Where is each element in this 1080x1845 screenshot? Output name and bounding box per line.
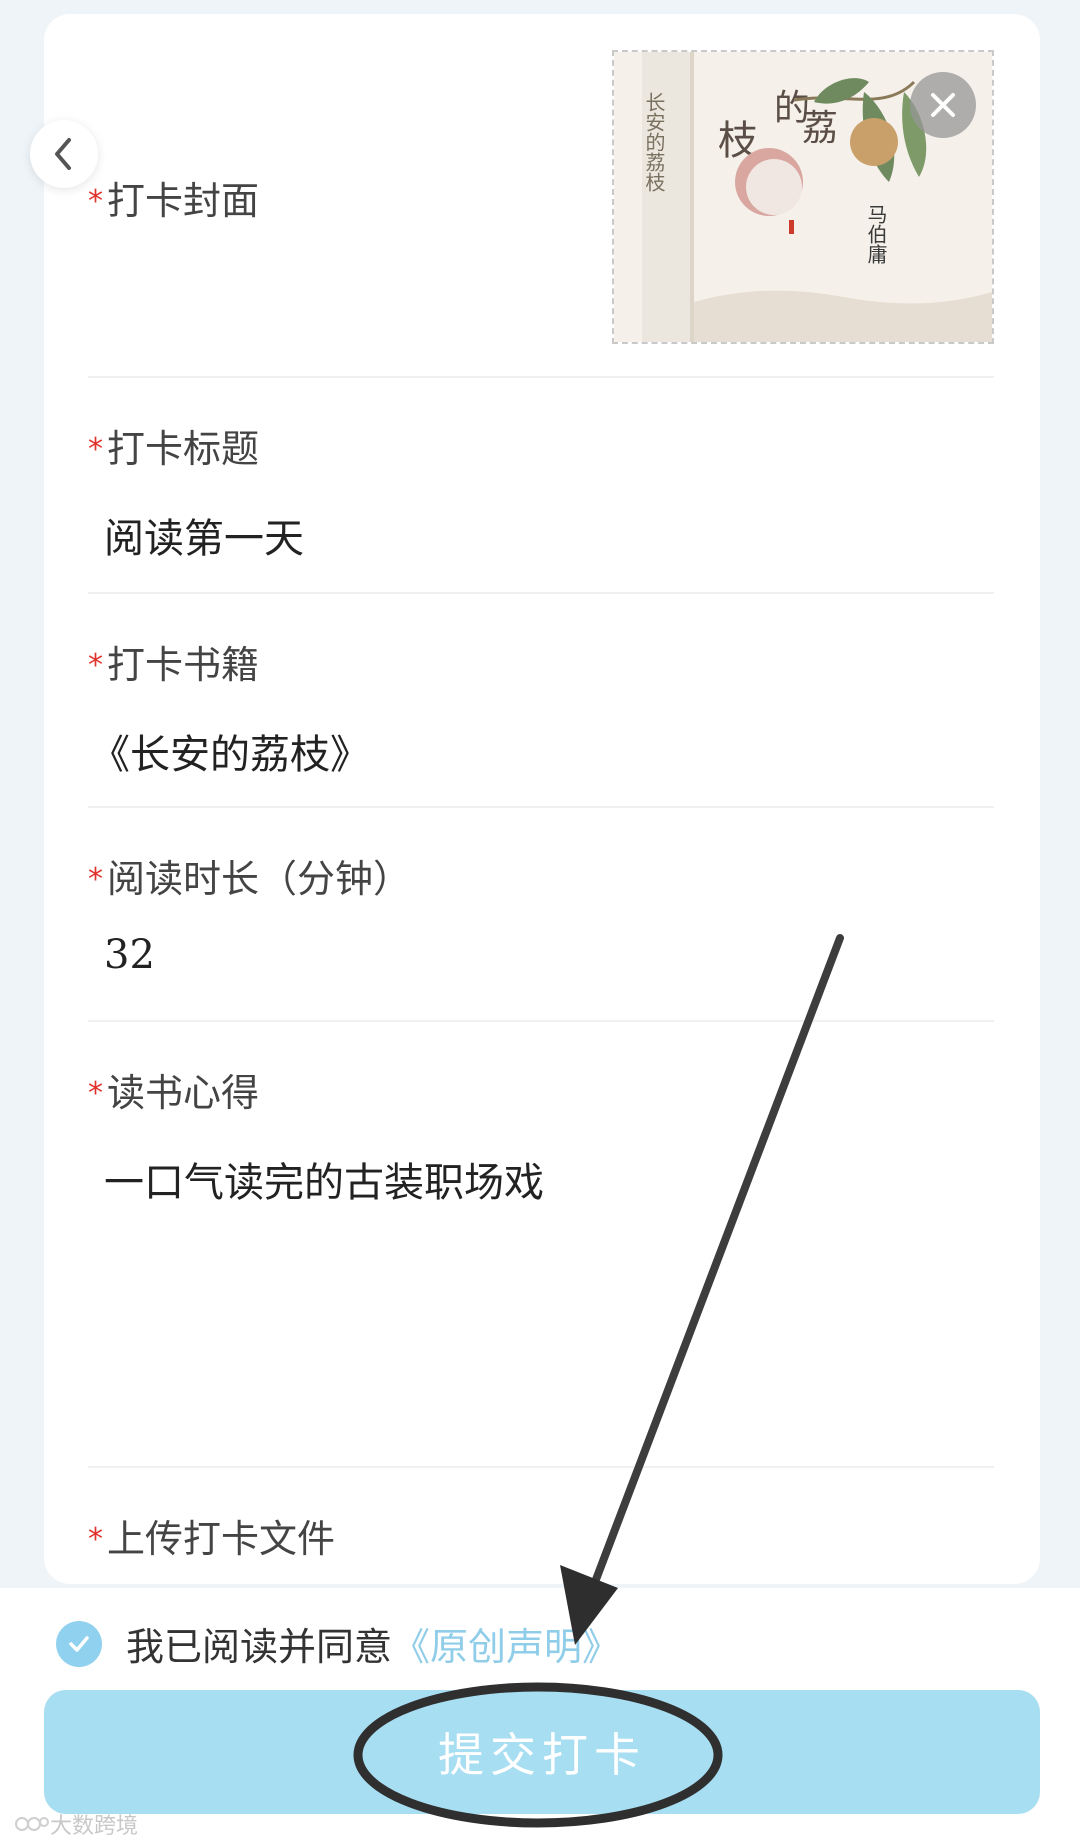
required-mark: * [88, 1076, 103, 1111]
title-input[interactable]: 阅读第一天 [104, 506, 304, 564]
duration-label: * 阅读时长（分钟） [88, 848, 411, 903]
book-input[interactable]: 《长安的荔枝》 [90, 722, 370, 780]
title-label-text: 打卡标题 [107, 427, 260, 471]
notes-label: * 读书心得 [88, 1062, 259, 1117]
upload-label: * 上传打卡文件 [88, 1508, 335, 1563]
book-label-text: 打卡书籍 [107, 643, 260, 687]
required-mark: * [88, 184, 103, 219]
watermark-logo-icon [15, 1817, 49, 1831]
divider [88, 806, 994, 808]
spine-title: 长安的荔枝 [642, 92, 666, 192]
required-mark: * [88, 1522, 103, 1557]
remove-cover-button[interactable] [910, 72, 976, 138]
upload-label-text: 上传打卡文件 [107, 1517, 336, 1561]
agree-checkbox[interactable] [56, 1620, 102, 1667]
agreement-text: 我已阅读并同意 [126, 1625, 393, 1669]
watermark-text: 大数跨境 [50, 1814, 139, 1839]
notes-textarea[interactable]: 一口气读完的古装职场戏 [104, 1150, 544, 1208]
required-mark: * [88, 432, 103, 467]
notes-label-text: 读书心得 [107, 1071, 260, 1115]
duration-input[interactable]: 32 [104, 932, 155, 978]
chevron-left-icon [55, 138, 71, 170]
duration-label-text: 阅读时长（分钟） [107, 857, 412, 901]
cover-char-2: 荔 [802, 108, 838, 149]
required-mark: * [88, 862, 103, 897]
agreement-row: 我已阅读并同意 《原创声明》 [56, 1616, 620, 1671]
submit-button[interactable]: 提交打卡 [44, 1690, 1040, 1814]
divider [88, 592, 994, 594]
close-icon [931, 93, 955, 117]
watermark: 大数跨境 [14, 1808, 138, 1840]
divider [88, 376, 994, 378]
original-statement-link[interactable]: 《原创声明》 [392, 1616, 620, 1671]
cover-label: * 打卡封面 [88, 170, 259, 225]
check-icon [69, 1635, 89, 1652]
title-label: * 打卡标题 [88, 418, 259, 473]
cover-author: 马伯庸 [864, 204, 888, 265]
divider [88, 1466, 994, 1468]
book-label: * 打卡书籍 [88, 634, 259, 689]
submit-label: 提交打卡 [438, 1728, 646, 1782]
required-mark: * [88, 648, 103, 683]
cover-label-text: 打卡封面 [107, 179, 260, 223]
divider [88, 1020, 994, 1022]
